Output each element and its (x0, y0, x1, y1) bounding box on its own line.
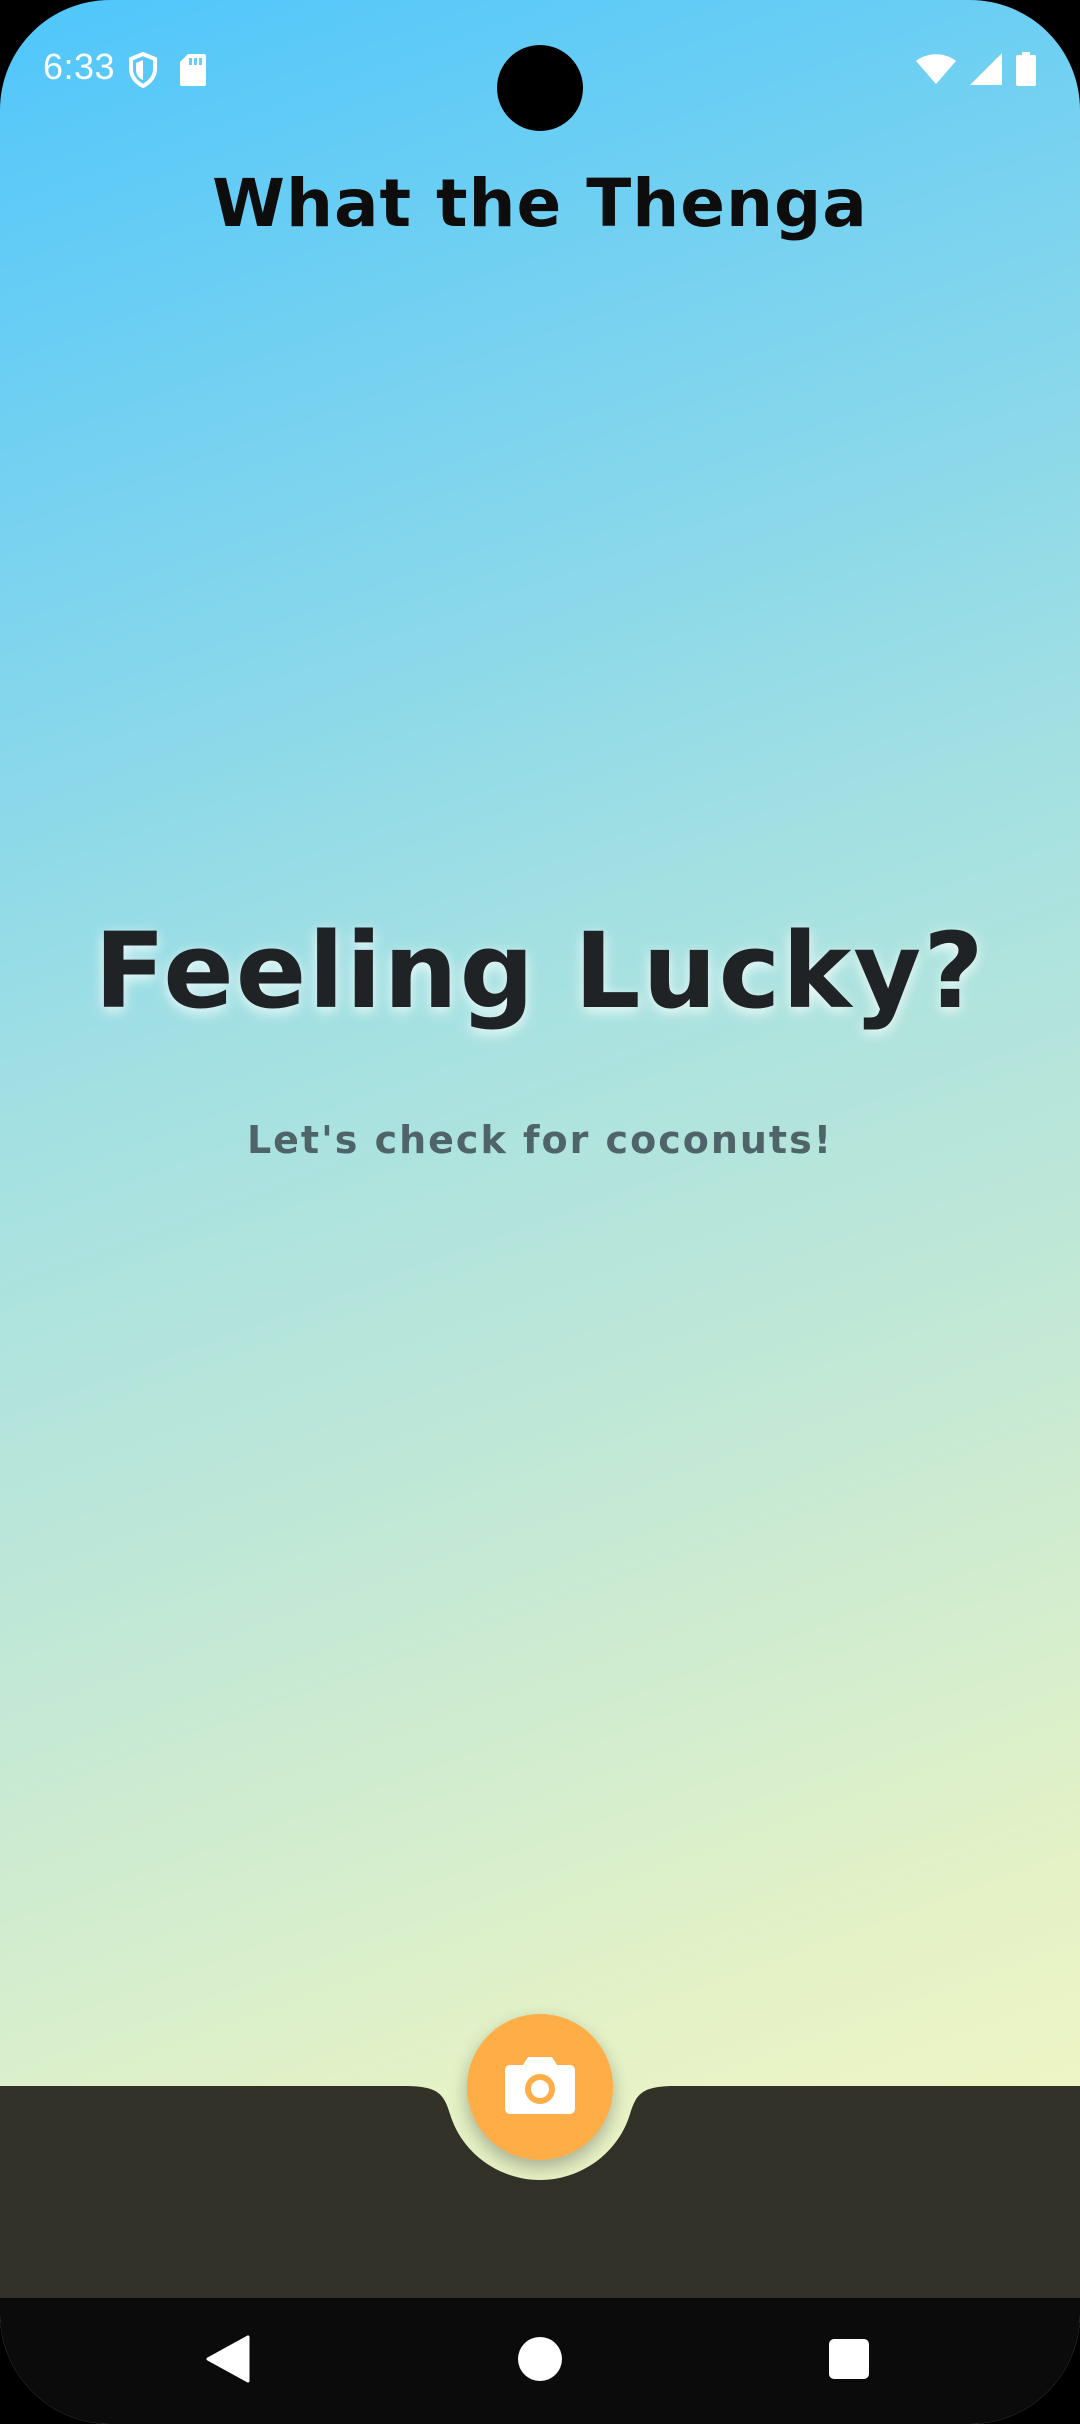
hero-heading: Feeling Lucky? (94, 910, 986, 1032)
back-icon (206, 2335, 250, 2387)
recents-button[interactable] (814, 2326, 884, 2396)
hero-subtitle: Let's check for coconuts! (246, 1118, 834, 1162)
sd-card-icon (180, 54, 206, 90)
home-icon (517, 2336, 563, 2386)
home-button[interactable] (505, 2326, 575, 2396)
battery-icon (1016, 52, 1036, 90)
status-right-icons (916, 52, 1036, 90)
status-bar: 6:33 (0, 0, 1080, 140)
app-screen: 6:33 What the Thenga Feeling Lucky? Let'… (0, 0, 1080, 2424)
cell-signal-icon (970, 53, 1002, 89)
system-navigation-bar (0, 2298, 1080, 2424)
camera-button[interactable] (467, 2014, 613, 2160)
front-camera-cutout (497, 45, 583, 131)
camera-icon (504, 2055, 576, 2119)
back-button[interactable] (193, 2326, 263, 2396)
app-title: What the Thenga (212, 165, 868, 242)
status-time: 6:33 (43, 46, 116, 87)
recents-icon (828, 2338, 870, 2384)
wifi-icon (916, 53, 956, 89)
status-left-icons (128, 51, 206, 92)
shield-icon (128, 51, 158, 92)
